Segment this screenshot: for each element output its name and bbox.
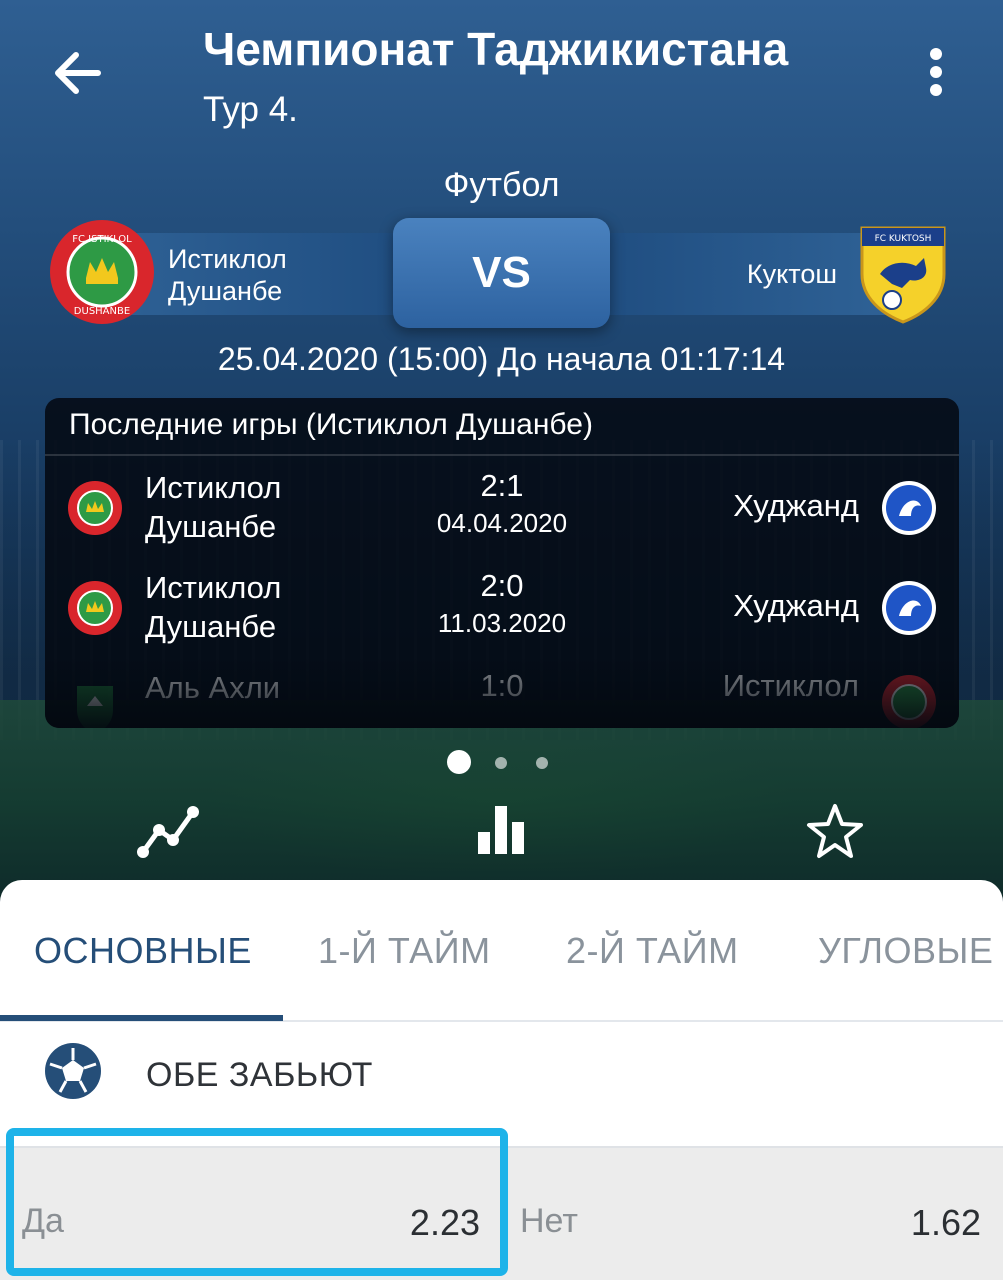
last-game-row: Истиклол Душанбе 2:1 04.04.2020 Худжанд xyxy=(45,458,959,558)
game-home-team: Истиклол Душанбе xyxy=(145,570,282,644)
tab-first-half[interactable]: 1-Й ТАЙМ xyxy=(318,930,491,972)
more-menu-button[interactable] xyxy=(916,48,956,100)
home-team-logo-small xyxy=(68,581,122,635)
away-team-logo: FC KUKTOSH xyxy=(858,222,948,324)
away-team-logo-small xyxy=(882,481,936,535)
away-team-name: Куктош xyxy=(746,259,837,289)
away-team-logo-small xyxy=(882,581,936,635)
tab-second-half[interactable]: 2-Й ТАЙМ xyxy=(566,930,739,972)
match-datetime: 25.04.2020 (15:00) До начала 01:17:14 xyxy=(217,341,786,377)
away-team-logo-small xyxy=(882,675,936,728)
statistics-graph-button[interactable] xyxy=(133,800,203,864)
tab-main[interactable]: ОСНОВНЫЕ xyxy=(34,930,252,972)
statistics-bars-button[interactable] xyxy=(466,800,536,864)
last-games-card[interactable]: Последние игры (Истиклол Душанбе) Истикл… xyxy=(45,398,959,728)
home-team-name-text: Истиклол Душанбе xyxy=(168,244,287,306)
game-score: 1:0 xyxy=(480,668,524,703)
game-score: 2:1 xyxy=(480,468,524,503)
market-title: ОБЕ ЗАБЬЮТ xyxy=(146,1056,373,1094)
home-team-name: Истиклол Душанбе xyxy=(168,243,287,307)
dot-icon xyxy=(930,84,942,96)
line-chart-icon xyxy=(137,806,199,858)
back-button[interactable] xyxy=(50,45,106,101)
page-title: Чемпионат Таджикистана xyxy=(203,23,789,75)
game-away-team: Истиклол xyxy=(722,668,859,703)
home-team-logo-small xyxy=(68,481,122,535)
svg-text:FC ISTIKLOL: FC ISTIKLOL xyxy=(72,234,132,245)
last-games-title: Последние игры (Истиклол Душанбе) xyxy=(69,408,593,441)
arrow-left-icon xyxy=(55,52,101,94)
vs-badge: VS xyxy=(393,218,610,328)
svg-text:DUSHANBE: DUSHANBE xyxy=(74,306,130,317)
last-game-row: Аль Ахли 1:0 Истиклол xyxy=(45,658,959,728)
divider xyxy=(45,454,959,456)
game-date: 11.03.2020 xyxy=(437,608,567,638)
home-team-logo: FC ISTIKLOL DUSHANBE xyxy=(48,218,156,326)
sport-label: Футбол xyxy=(443,166,560,204)
outcome-no-button[interactable]: Нет 1.62 xyxy=(498,1148,1003,1280)
game-date: 04.04.2020 xyxy=(436,508,568,538)
game-home-team: Истиклол Душанбе xyxy=(145,470,282,544)
svg-text:FC KUKTOSH: FC KUKTOSH xyxy=(875,234,932,244)
pager-dot xyxy=(495,757,507,769)
outcome-odd: 1.62 xyxy=(910,1202,981,1243)
game-away-team: Худжанд xyxy=(733,588,859,623)
football-ball-icon xyxy=(45,1043,101,1099)
bar-chart-icon xyxy=(478,806,524,854)
pager-dot-active xyxy=(447,750,471,774)
home-team-logo-small xyxy=(77,686,113,728)
selected-outcome-highlight xyxy=(6,1128,508,1276)
game-away-team: Худжанд xyxy=(733,488,859,523)
outcome-label: Нет xyxy=(520,1202,578,1240)
game-score: 2:0 xyxy=(480,568,524,603)
pager-dot xyxy=(536,757,548,769)
dot-icon xyxy=(930,66,942,78)
page-subtitle: Тур 4. xyxy=(203,90,298,129)
favorite-button[interactable] xyxy=(800,800,870,864)
away-team-band xyxy=(590,233,900,315)
dot-icon xyxy=(930,48,942,60)
market-tabs: ОСНОВНЫЕ 1-Й ТАЙМ 2-Й ТАЙМ УГЛОВЫЕ xyxy=(0,880,1003,1022)
star-icon xyxy=(807,804,863,858)
last-game-row: Истиклол Душанбе 2:0 11.03.2020 Худжанд xyxy=(45,558,959,658)
tab-corners[interactable]: УГЛОВЫЕ xyxy=(818,930,993,972)
active-tab-indicator xyxy=(0,1015,283,1021)
game-home-team: Аль Ахли xyxy=(145,670,281,705)
